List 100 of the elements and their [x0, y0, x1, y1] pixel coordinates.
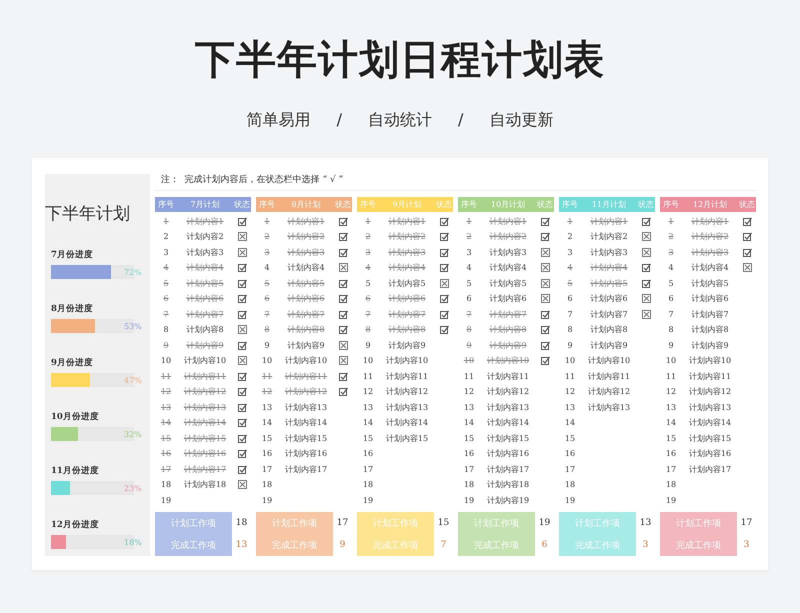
row-number: 5: [364, 278, 372, 288]
crossed-box-icon[interactable]: [540, 278, 550, 288]
row-number: 7: [566, 310, 574, 319]
crossed-box-icon[interactable]: [642, 248, 650, 257]
row-number: 14: [160, 418, 172, 428]
checked-box-icon[interactable]: [238, 372, 246, 381]
progress-label: 7月份进度: [51, 249, 94, 261]
column-header: 8月计划: [290, 198, 322, 210]
crossed-box-icon[interactable]: [238, 248, 246, 257]
crossed-box-icon[interactable]: [338, 263, 348, 272]
row-number: 8: [566, 325, 574, 334]
crossed-box-icon[interactable]: [338, 356, 348, 366]
crossed-box-icon[interactable]: [338, 340, 348, 350]
checked-box-icon[interactable]: [440, 248, 448, 257]
crossed-box-icon[interactable]: [540, 248, 550, 257]
checked-box-icon[interactable]: [742, 232, 752, 242]
crossed-box-icon[interactable]: [238, 232, 246, 242]
row-number: 19: [362, 496, 374, 505]
row-number: 10: [362, 356, 374, 366]
checked-box-icon[interactable]: [338, 232, 348, 242]
feature-label: 自动统计: [368, 110, 432, 130]
row-number: 19: [564, 496, 576, 505]
row-number: 13: [564, 402, 576, 412]
crossed-box-icon[interactable]: [238, 480, 246, 490]
checked-box-icon[interactable]: [238, 216, 246, 226]
row-number: 3: [667, 248, 675, 257]
checked-box-icon[interactable]: [238, 340, 246, 350]
crossed-box-icon[interactable]: [642, 310, 650, 319]
progress-label: 12月份进度: [51, 519, 100, 531]
crossed-box-icon[interactable]: [642, 294, 650, 304]
row-number: 16: [664, 449, 678, 458]
column-header: 12月计划: [692, 198, 728, 210]
checked-box-icon[interactable]: [642, 278, 650, 288]
plan-item: 计划内容16: [688, 448, 732, 460]
crossed-box-icon[interactable]: [540, 294, 550, 304]
checked-box-icon[interactable]: [338, 216, 348, 226]
plan-item: 计划内容1: [690, 216, 730, 227]
plan-item: 计划内容6: [589, 293, 629, 304]
progress-reading: 53%: [124, 322, 142, 330]
summary-label: 计划工作项: [272, 518, 317, 530]
feature-label: 简单易用: [246, 110, 311, 130]
checked-box-icon[interactable]: [642, 263, 650, 272]
checked-box-icon[interactable]: [238, 387, 246, 396]
column-header: 状态: [435, 198, 453, 210]
checked-box-icon[interactable]: [540, 325, 550, 334]
checked-box-icon[interactable]: [540, 340, 550, 350]
checked-box-icon[interactable]: [440, 294, 448, 304]
plan-item: 计划内容6: [488, 293, 528, 304]
row-number: 17: [462, 464, 476, 474]
plan-item: 计划内容8: [286, 324, 326, 336]
checked-box-icon[interactable]: [238, 263, 246, 272]
row-number: 5: [667, 278, 675, 288]
row-number: 1: [263, 216, 271, 226]
plan-item: 计划内容7: [185, 308, 225, 320]
column-header: 序号: [662, 198, 680, 210]
crossed-box-icon[interactable]: [540, 263, 550, 272]
checked-box-icon[interactable]: [338, 372, 348, 381]
plan-item: 计划内容13: [182, 402, 228, 413]
checked-box-icon[interactable]: [238, 278, 246, 288]
plan-item: 计划内容9: [488, 340, 528, 351]
column-header: 状态: [334, 198, 352, 210]
crossed-box-icon[interactable]: [440, 278, 448, 288]
checked-box-icon[interactable]: [440, 216, 448, 226]
row-number: 1: [465, 216, 473, 226]
checked-box-icon[interactable]: [238, 402, 246, 412]
checked-box-icon[interactable]: [540, 232, 550, 242]
checked-box-icon[interactable]: [238, 294, 246, 304]
column-header: 序号: [258, 198, 276, 210]
crossed-box-icon[interactable]: [238, 356, 246, 366]
checked-box-icon[interactable]: [338, 310, 348, 319]
checked-box-icon[interactable]: [642, 216, 650, 226]
planned-count: 17: [740, 518, 752, 528]
checked-box-icon[interactable]: [440, 325, 448, 334]
crossed-box-icon[interactable]: [642, 232, 650, 242]
checked-box-icon[interactable]: [440, 232, 448, 242]
row-number: 3: [465, 248, 473, 257]
checked-box-icon[interactable]: [338, 294, 348, 304]
crossed-box-icon[interactable]: [238, 325, 246, 334]
plan-item: 计划内容16: [486, 448, 530, 460]
checked-box-icon[interactable]: [338, 248, 348, 257]
checked-box-icon[interactable]: [238, 464, 246, 474]
row-number: 15: [664, 434, 678, 443]
checked-box-icon[interactable]: [440, 263, 448, 272]
checked-box-icon[interactable]: [540, 310, 550, 319]
checked-box-icon[interactable]: [440, 310, 448, 319]
checked-box-icon[interactable]: [238, 310, 246, 319]
checked-box-icon[interactable]: [338, 387, 348, 396]
plan-item: 计划内容3: [488, 246, 528, 258]
checked-box-icon[interactable]: [742, 216, 752, 226]
checked-box-icon[interactable]: [338, 278, 348, 288]
plan-item: 计划内容2: [589, 231, 629, 242]
checked-box-icon[interactable]: [238, 434, 246, 443]
plan-item: 计划内容17: [182, 464, 228, 475]
checked-box-icon[interactable]: [238, 418, 246, 428]
checked-box-icon[interactable]: [540, 216, 550, 226]
checked-box-icon[interactable]: [238, 449, 246, 458]
crossed-box-icon[interactable]: [742, 263, 752, 272]
checked-box-icon[interactable]: [338, 325, 348, 334]
checked-box-icon[interactable]: [540, 356, 550, 366]
checked-box-icon[interactable]: [742, 248, 752, 257]
